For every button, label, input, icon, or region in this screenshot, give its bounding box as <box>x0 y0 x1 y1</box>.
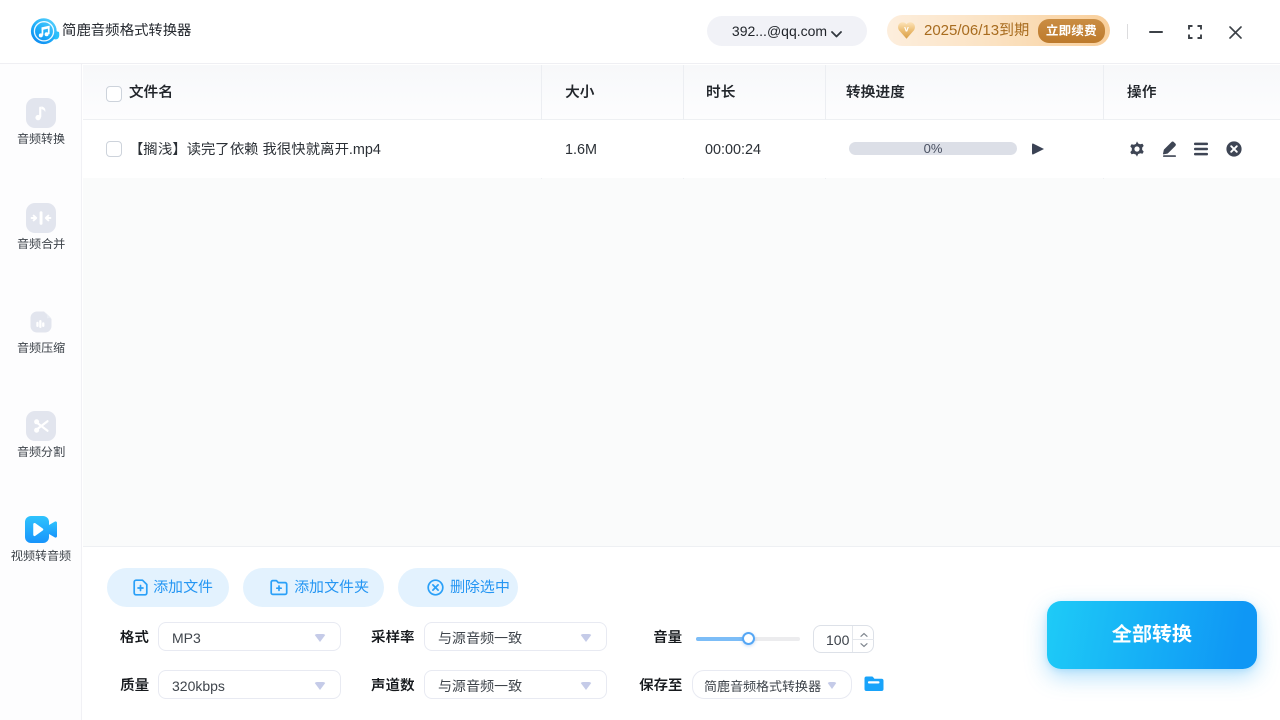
svg-text:v: v <box>904 24 909 34</box>
